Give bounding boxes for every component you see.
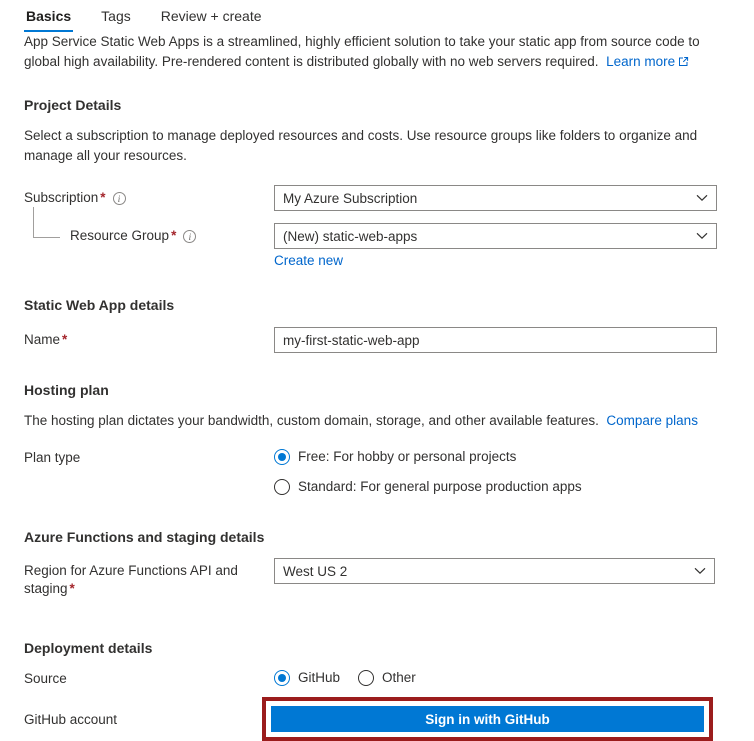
resource-group-dropdown[interactable]: (New) static-web-apps — [274, 223, 717, 249]
sign-in-with-github-label: Sign in with GitHub — [425, 711, 550, 727]
resource-group-row: Resource Group * i (New) static-web-apps C… — [24, 207, 730, 268]
tab-basics-label: Basics — [26, 8, 72, 24]
plan-type-option-free[interactable]: Free: For hobby or personal projects — [274, 445, 730, 469]
plan-type-option-standard-label: Standard: For general purpose production… — [298, 479, 582, 494]
plan-type-label: Plan type — [24, 450, 81, 465]
hosting-plan-heading: Hosting plan — [24, 382, 109, 398]
name-control: my-first-static-web-app — [274, 327, 730, 353]
name-row: Name * my-first-static-web-app — [24, 327, 730, 353]
tab-tags[interactable]: Tags — [99, 7, 133, 32]
create-new-resource-group: Create new — [274, 253, 730, 268]
region-row: Region for Azure Functions API and stagi… — [24, 558, 730, 598]
create-new-link[interactable]: Create new — [274, 253, 343, 268]
chevron-down-icon — [696, 232, 708, 240]
name-required-marker: * — [62, 332, 68, 347]
radio-other-icon — [358, 670, 375, 686]
subscription-dropdown[interactable]: My Azure Subscription — [274, 185, 717, 211]
github-account-label-cell: GitHub account — [24, 697, 274, 729]
tab-review-create-label: Review + create — [160, 8, 262, 24]
deployment-details-heading: Deployment details — [24, 640, 153, 656]
radio-standard-icon — [274, 479, 290, 495]
tab-basics[interactable]: Basics — [24, 7, 74, 32]
radio-free-icon — [274, 449, 290, 465]
intro-paragraph: App Service Static Web Apps is a streaml… — [24, 32, 724, 73]
sign-in-with-github-button[interactable]: Sign in with GitHub — [271, 706, 704, 732]
learn-more-label: Learn more — [606, 54, 676, 69]
subscription-label: Subscription — [24, 190, 99, 205]
resource-group-label-cell: Resource Group * i — [24, 223, 274, 245]
source-radio-group: GitHub Other — [274, 666, 730, 690]
subscription-row: Subscription * i My Azure Subscription — [24, 185, 730, 211]
chevron-down-icon — [696, 194, 708, 202]
project-details-description: Select a subscription to manage deployed… — [24, 128, 698, 163]
plan-type-control: Free: For hobby or personal projects Sta… — [274, 445, 730, 499]
name-input[interactable]: my-first-static-web-app — [274, 327, 717, 353]
github-account-row: GitHub account Sign in with GitHub — [24, 697, 730, 741]
name-value: my-first-static-web-app — [283, 332, 420, 348]
source-option-other-label: Other — [382, 670, 416, 685]
name-label-cell: Name * — [24, 327, 274, 349]
subscription-required-marker: * — [100, 190, 106, 205]
plan-type-label-cell: Plan type — [24, 445, 274, 467]
project-details-heading: Project Details — [24, 97, 122, 113]
plan-type-row: Plan type Free: For hobby or personal pr… — [24, 445, 730, 499]
region-label: Region for Azure Functions API and stagi… — [24, 563, 238, 596]
external-link-icon — [678, 53, 689, 73]
tab-review-create[interactable]: Review + create — [159, 7, 264, 32]
source-label-cell: Source — [24, 666, 274, 688]
plan-type-option-standard[interactable]: Standard: For general purpose production… — [274, 475, 730, 499]
subscription-value: My Azure Subscription — [283, 190, 418, 206]
region-control: West US 2 — [274, 558, 730, 584]
tab-bar: Basics Tags Review + create — [0, 0, 754, 32]
source-option-github-label: GitHub — [298, 670, 341, 685]
resource-group-control: (New) static-web-apps Create new — [274, 223, 730, 268]
plan-type-option-free-label: Free: For hobby or personal projects — [298, 449, 517, 464]
tab-tags-label: Tags — [101, 8, 131, 24]
resource-group-info-icon[interactable]: i — [183, 230, 197, 243]
region-dropdown[interactable]: West US 2 — [274, 558, 715, 584]
source-option-github[interactable]: GitHub — [274, 666, 340, 690]
sign-in-highlight-annotation: Sign in with GitHub — [262, 697, 713, 741]
form-content: App Service Static Web Apps is a streaml… — [0, 32, 754, 741]
source-label: Source — [24, 671, 67, 686]
functions-heading: Azure Functions and staging details — [24, 529, 265, 545]
resource-group-label: Resource Group — [70, 228, 170, 243]
github-account-control: Sign in with GitHub — [262, 697, 730, 741]
subscription-control: My Azure Subscription — [274, 185, 730, 211]
region-label-cell: Region for Azure Functions API and stagi… — [24, 558, 274, 598]
github-account-label: GitHub account — [24, 712, 118, 727]
resource-group-required-marker: * — [171, 228, 177, 243]
hosting-plan-description-text: The hosting plan dictates your bandwidth… — [24, 413, 599, 428]
source-row: Source GitHub Other — [24, 666, 730, 690]
radio-github-icon — [274, 670, 290, 686]
hosting-plan-description: The hosting plan dictates your bandwidth… — [24, 411, 724, 431]
region-value: West US 2 — [283, 563, 348, 579]
intro-text: App Service Static Web Apps is a streaml… — [24, 34, 700, 69]
tree-connector-line — [33, 207, 60, 238]
chevron-down-icon — [694, 567, 706, 575]
subscription-label-cell: Subscription * i — [24, 185, 274, 207]
resource-group-value: (New) static-web-apps — [283, 228, 418, 244]
app-details-heading: Static Web App details — [24, 297, 175, 313]
source-option-other[interactable]: Other — [358, 666, 416, 690]
name-label: Name — [24, 332, 61, 347]
source-control: GitHub Other — [274, 666, 730, 690]
compare-plans-link[interactable]: Compare plans — [606, 413, 698, 428]
region-required-marker: * — [69, 581, 75, 596]
subscription-info-icon[interactable]: i — [112, 192, 126, 205]
learn-more-link[interactable]: Learn more — [606, 54, 675, 69]
